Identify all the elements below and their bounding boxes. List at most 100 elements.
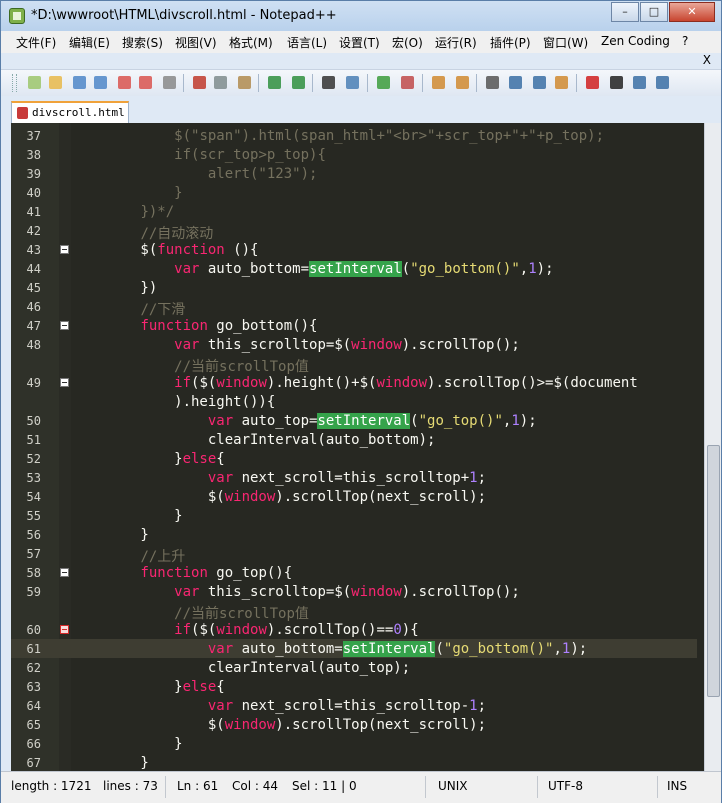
code-line[interactable]: 41 })*/	[11, 202, 697, 221]
menu-item[interactable]: 搜索(S)	[122, 34, 163, 51]
menu-item[interactable]: 宏(O)	[392, 34, 423, 51]
code-line[interactable]: 66 }	[11, 734, 697, 753]
code-line[interactable]: 49 if($(window).height()+$(window).scrol…	[11, 373, 697, 392]
code-line[interactable]: 57 //上升	[11, 544, 697, 565]
menu-item[interactable]: 视图(V)	[175, 34, 217, 51]
code-line[interactable]: 44 var auto_bottom=setInterval("go_botto…	[11, 259, 697, 278]
code-line[interactable]: 67 }	[11, 753, 697, 771]
toolbar-separator	[476, 74, 477, 92]
code-line[interactable]: 40 }	[11, 183, 697, 202]
code-line[interactable]: 43 $(function (){	[11, 240, 697, 259]
document-map-icon[interactable]	[553, 74, 570, 91]
code-line[interactable]: 51 clearInterval(auto_bottom);	[11, 430, 697, 449]
line-number: 64	[26, 699, 41, 713]
menu-item[interactable]: 设置(T)	[339, 34, 380, 51]
menu-item[interactable]: 运行(R)	[435, 34, 477, 51]
code-line[interactable]: 55 }	[11, 506, 697, 525]
toolbar-grip[interactable]	[12, 74, 17, 92]
code-line[interactable]: 50 var auto_top=setInterval("go_top()",1…	[11, 411, 697, 430]
code-token: $(	[73, 242, 158, 258]
undo-icon[interactable]	[266, 74, 283, 91]
print-icon[interactable]	[161, 74, 178, 91]
code-line[interactable]: 38 if(scr_top>p_top){	[11, 145, 697, 164]
sync-horizontal-icon[interactable]	[454, 74, 471, 91]
menu-item[interactable]: 文件(F)	[16, 34, 56, 51]
menu-item[interactable]: ?	[682, 34, 688, 48]
code-line[interactable]: 37 $("span").html(span_html+"<br>"+scr_t…	[11, 126, 697, 145]
title-bar[interactable]: *D:\wwwroot\HTML\divscroll.html - Notepa…	[1, 1, 721, 31]
code-line[interactable]: 46 //下滑	[11, 297, 697, 318]
copy-icon[interactable]	[212, 74, 229, 91]
fold-toggle-icon[interactable]	[60, 321, 69, 330]
close-button[interactable]: ✕	[669, 2, 715, 22]
code-line[interactable]: 53 var next_scroll=this_scrolltop+1;	[11, 468, 697, 487]
code-token: (	[401, 261, 411, 277]
zoom-out-icon[interactable]	[399, 74, 416, 91]
sync-vertical-icon[interactable]	[430, 74, 447, 91]
code-line[interactable]: 48 var this_scrolltop=$(window).scrollTo…	[11, 335, 697, 354]
code-line[interactable]: 65 $(window).scrollTop(next_scroll);	[11, 715, 697, 734]
menu-item[interactable]: 编辑(E)	[69, 34, 110, 51]
play-macro-icon[interactable]	[631, 74, 648, 91]
code-line[interactable]: //当前scrollTop值	[11, 601, 697, 622]
close-document-button[interactable]: X	[703, 53, 711, 67]
code-line[interactable]: 42 //自动滚动	[11, 221, 697, 242]
code-token: auto_bottom=	[199, 261, 310, 277]
run-macro-multiple-icon[interactable]	[654, 74, 671, 91]
cut-icon[interactable]	[191, 74, 208, 91]
menu-item[interactable]: Zen Coding	[601, 34, 670, 48]
code-line[interactable]: 59 var this_scrolltop=$(window).scrollTo…	[11, 582, 697, 601]
toolbar	[1, 69, 721, 96]
code-line[interactable]: 63 }else{	[11, 677, 697, 696]
fold-toggle-icon[interactable]	[60, 568, 69, 577]
tab-divscroll-html[interactable]: divscroll.html	[11, 101, 129, 123]
minimize-button[interactable]: –	[611, 2, 639, 22]
code-line[interactable]: 47 function go_bottom(){	[11, 316, 697, 335]
code-line[interactable]: 56 }	[11, 525, 697, 544]
code-line[interactable]: //当前scrollTop值	[11, 354, 697, 375]
vertical-scrollbar[interactable]	[704, 123, 721, 771]
menu-item[interactable]: 插件(P)	[490, 34, 531, 51]
code-line[interactable]: 62 clearInterval(auto_top);	[11, 658, 697, 677]
code-line[interactable]: 45 })	[11, 278, 697, 297]
paste-icon[interactable]	[236, 74, 253, 91]
code-line[interactable]: 52 }else{	[11, 449, 697, 468]
zoom-in-icon[interactable]	[375, 74, 392, 91]
code-line[interactable]: 54 $(window).scrollTop(next_scroll);	[11, 487, 697, 506]
window-controls: – □ ✕	[610, 2, 715, 22]
new-file-icon[interactable]	[26, 74, 43, 91]
menu-item[interactable]: 窗口(W)	[543, 34, 588, 51]
record-macro-icon[interactable]	[584, 74, 601, 91]
code-line[interactable]: 39 alert("123");	[11, 164, 697, 183]
code-line[interactable]: 58 function go_top(){	[11, 563, 697, 582]
word-wrap-icon[interactable]	[484, 74, 501, 91]
scrollbar-thumb[interactable]	[707, 445, 720, 697]
stop-record-icon[interactable]	[608, 74, 625, 91]
menu-item[interactable]: 语言(L)	[287, 34, 327, 51]
replace-icon[interactable]	[344, 74, 361, 91]
code-line[interactable]: 64 var next_scroll=this_scrolltop-1;	[11, 696, 697, 715]
maximize-button[interactable]: □	[640, 2, 668, 22]
code-line[interactable]: ).height()){	[11, 392, 697, 411]
open-file-icon[interactable]	[47, 74, 64, 91]
redo-icon[interactable]	[290, 74, 307, 91]
fold-toggle-icon[interactable]	[60, 378, 69, 387]
indent-guide-icon[interactable]	[531, 74, 548, 91]
fold-toggle-icon[interactable]	[60, 625, 69, 634]
code-editor[interactable]: 37 $("span").html(span_html+"<br>"+scr_t…	[11, 123, 707, 771]
save-all-icon[interactable]	[92, 74, 109, 91]
fold-toggle-icon[interactable]	[60, 245, 69, 254]
current-code-line[interactable]: 61 var auto_bottom=setInterval("go_botto…	[11, 639, 697, 658]
code-line[interactable]: 60 if($(window).scrollTop()==0){	[11, 620, 697, 639]
save-icon[interactable]	[71, 74, 88, 91]
menu-item[interactable]: 格式(M)	[229, 34, 273, 51]
find-icon[interactable]	[320, 74, 337, 91]
show-all-chars-icon[interactable]	[507, 74, 524, 91]
status-divider	[537, 776, 538, 798]
close-all-icon[interactable]	[137, 74, 154, 91]
code-text: var this_scrolltop=$(window).scrollTop()…	[73, 337, 520, 353]
code-text: }	[73, 755, 148, 771]
close-icon[interactable]	[116, 74, 133, 91]
code-token: ;	[477, 698, 487, 714]
